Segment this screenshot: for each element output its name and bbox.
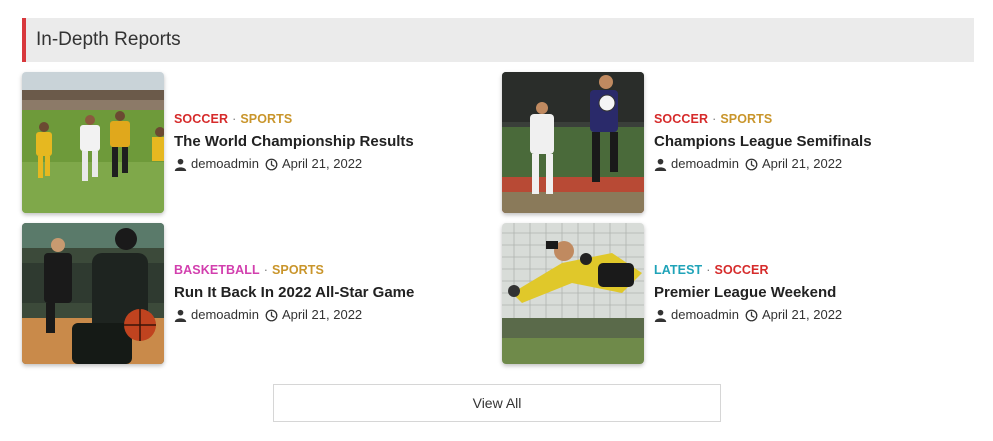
post-byline: demoadmin April 21, 2022 xyxy=(174,306,474,324)
post-card[interactable]: LATEST · SOCCER Premier League Weekend dem… xyxy=(502,223,962,365)
category-separator: · xyxy=(706,263,711,277)
post-byline: demoadmin April 21, 2022 xyxy=(174,155,474,173)
post-title[interactable]: Premier League Weekend xyxy=(654,283,954,303)
view-all-button[interactable]: View All xyxy=(273,384,721,422)
post-categories: SOCCER · SPORTS xyxy=(654,111,954,127)
post-categories: BASKETBALL · SPORTS xyxy=(174,262,474,278)
post-meta: LATEST · SOCCER Premier League Weekend dem… xyxy=(654,262,954,324)
user-icon xyxy=(174,158,187,171)
user-icon xyxy=(654,309,667,322)
post-thumbnail-soccer-match[interactable] xyxy=(22,72,164,213)
category-link[interactable]: SOCCER xyxy=(715,263,769,277)
category-link[interactable]: SOCCER xyxy=(174,112,228,126)
post-card[interactable]: BASKETBALL · SPORTS Run It Back In 2022 Al… xyxy=(22,223,482,365)
post-title[interactable]: Champions League Semifinals xyxy=(654,132,954,152)
post-thumbnail-basketball[interactable] xyxy=(22,223,164,364)
post-byline: demoadmin April 21, 2022 xyxy=(654,155,954,173)
post-author[interactable]: demoadmin xyxy=(671,155,739,173)
clock-icon xyxy=(745,309,758,322)
post-date[interactable]: April 21, 2022 xyxy=(282,306,362,324)
post-author[interactable]: demoadmin xyxy=(671,306,739,324)
category-link[interactable]: BASKETBALL xyxy=(174,263,260,277)
user-icon xyxy=(174,309,187,322)
category-link[interactable]: SPORTS xyxy=(720,112,772,126)
post-meta: SOCCER · SPORTS Champions League Semifinal… xyxy=(654,111,954,173)
category-separator: · xyxy=(263,263,268,277)
category-separator: · xyxy=(712,112,717,126)
post-card[interactable]: SOCCER · SPORTS Champions League Semifinal… xyxy=(502,72,962,214)
post-author[interactable]: demoadmin xyxy=(191,155,259,173)
post-date[interactable]: April 21, 2022 xyxy=(282,155,362,173)
post-date[interactable]: April 21, 2022 xyxy=(762,306,842,324)
post-categories: LATEST · SOCCER xyxy=(654,262,954,278)
post-byline: demoadmin April 21, 2022 xyxy=(654,306,954,324)
section-title: In-Depth Reports xyxy=(36,29,181,50)
post-card[interactable]: SOCCER · SPORTS The World Championship Res… xyxy=(22,72,482,214)
category-link[interactable]: SOCCER xyxy=(654,112,708,126)
post-meta: BASKETBALL · SPORTS Run It Back In 2022 Al… xyxy=(174,262,474,324)
post-categories: SOCCER · SPORTS xyxy=(174,111,474,127)
clock-icon xyxy=(265,309,278,322)
clock-icon xyxy=(265,158,278,171)
category-link[interactable]: SPORTS xyxy=(272,263,324,277)
post-thumbnail-soccer-duel[interactable] xyxy=(502,72,644,213)
clock-icon xyxy=(745,158,758,171)
post-meta: SOCCER · SPORTS The World Championship Res… xyxy=(174,111,474,173)
category-link[interactable]: LATEST xyxy=(654,263,702,277)
section-header: In-Depth Reports xyxy=(22,18,974,62)
post-title[interactable]: Run It Back In 2022 All-Star Game xyxy=(174,283,474,303)
post-title[interactable]: The World Championship Results xyxy=(174,132,474,152)
user-icon xyxy=(654,158,667,171)
category-link[interactable]: SPORTS xyxy=(240,112,292,126)
post-author[interactable]: demoadmin xyxy=(191,306,259,324)
category-separator: · xyxy=(232,112,237,126)
post-date[interactable]: April 21, 2022 xyxy=(762,155,842,173)
post-thumbnail-goalkeeper[interactable] xyxy=(502,223,644,364)
